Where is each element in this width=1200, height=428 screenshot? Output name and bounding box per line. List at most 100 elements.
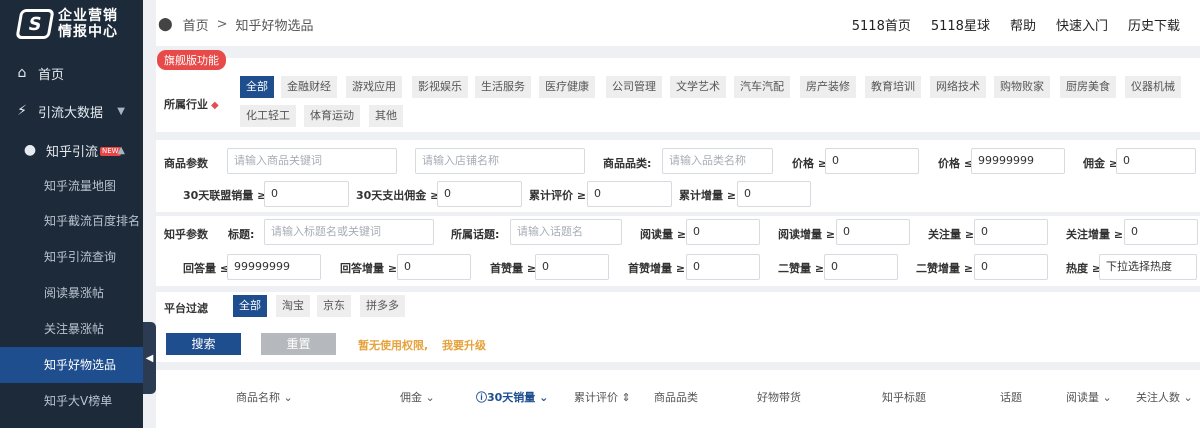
logo-line-2: 情报中心 xyxy=(58,24,118,40)
follows-input[interactable]: 0 xyxy=(974,219,1048,245)
spend30-label: 30天支出佣金 ≥ xyxy=(356,189,440,202)
sidebar-item-good-products[interactable]: 知乎好物选品 xyxy=(0,347,143,383)
link-help[interactable]: 帮助 xyxy=(1010,15,1036,34)
heat-select[interactable]: 下拉选择热度 xyxy=(1099,254,1197,280)
industry-tag[interactable]: 网络技术 xyxy=(930,76,986,98)
reads-inc-label: 阅读增量 ≥ xyxy=(778,228,836,241)
topbar: ⬤ 首页 > 知乎好物选品 5118首页 5118星球 帮助 快速入门 历史下载 xyxy=(156,0,1200,46)
reads-inc-input[interactable]: 0 xyxy=(836,219,910,245)
industry-tag[interactable]: 生活服务 xyxy=(475,76,531,98)
col-goods: 好物带货 xyxy=(757,391,801,404)
nav-zhihu-label: 知乎引流 xyxy=(46,144,99,160)
chevron-down-icon: ⌄ xyxy=(425,391,435,404)
col-zhihu-title: 知乎标题 xyxy=(882,391,926,404)
col-reads[interactable]: 阅读量 ⌄ xyxy=(1066,389,1112,405)
sidebar-item-baidu-rank[interactable]: 知乎截流百度排名 xyxy=(0,203,143,239)
industry-tag[interactable]: 仪器机械 xyxy=(1125,76,1181,98)
logo-icon: S xyxy=(15,9,55,39)
industry-tag[interactable]: 医疗健康 xyxy=(539,76,595,98)
product-params-card: 商品参数 请输入商品关键词 请输入店铺名称 商品品类: 请输入品类名称 价格 ≥… xyxy=(156,140,1200,212)
col-commission[interactable]: 佣金 ⌄ xyxy=(400,389,435,405)
follows-label: 关注量 ≥ xyxy=(928,228,975,241)
price-max-input[interactable]: 99999999 xyxy=(971,148,1065,174)
sidebar-item-big-v[interactable]: 知乎大V榜单 xyxy=(0,383,143,419)
reviews-inc-label: 累计增量 ≥ xyxy=(679,189,737,202)
industry-tag[interactable]: 影视娱乐 xyxy=(412,76,468,98)
link-5118-home[interactable]: 5118首页 xyxy=(852,15,911,34)
product-keyword-input[interactable]: 请输入商品关键词 xyxy=(227,148,397,174)
industry-tag[interactable]: 汽车汽配 xyxy=(734,76,790,98)
top-links: 5118首页 5118星球 帮助 快速入门 历史下载 xyxy=(852,15,1200,34)
zhihu-icon: ● xyxy=(23,142,37,158)
upgrade-link[interactable]: 我要升级 xyxy=(442,339,486,352)
commission-input[interactable]: 0 xyxy=(1116,148,1196,174)
follows-inc-input[interactable]: 0 xyxy=(1124,219,1198,245)
industry-tag[interactable]: 金融财经 xyxy=(281,76,337,98)
likes-input[interactable]: 0 xyxy=(535,254,609,280)
industry-tag[interactable]: 厨房美食 xyxy=(1060,76,1116,98)
chevron-left-icon: ◀ xyxy=(145,352,154,364)
spend30-input[interactable]: 0 xyxy=(437,181,522,207)
likes-label: 首赞量 ≥ xyxy=(490,262,537,275)
shop-name-input[interactable]: 请输入店铺名称 xyxy=(415,148,585,174)
second-likes-inc-input[interactable]: 0 xyxy=(974,254,1048,280)
col-commission-label: 佣金 xyxy=(400,391,422,404)
industry-tag[interactable]: 其他 xyxy=(369,105,403,127)
breadcrumb-separator: > xyxy=(216,17,228,32)
reviews-input[interactable]: 0 xyxy=(587,181,672,207)
link-history-download[interactable]: 历史下载 xyxy=(1128,15,1180,34)
col-product-name[interactable]: 商品名称 ⌄ xyxy=(236,389,293,405)
sidebar-item-follows-surge[interactable]: 关注暴涨帖 xyxy=(0,311,143,347)
help-icon: ⓘ xyxy=(476,391,487,404)
collapse-sidebar-button[interactable]: ◀ xyxy=(143,322,156,394)
col-sales30[interactable]: ⓘ30天销量 ⌄ xyxy=(476,389,548,405)
sidebar-item-traffic-map[interactable]: 知乎流量地图 xyxy=(0,168,143,204)
heat-label: 热度 ≥ xyxy=(1066,262,1102,275)
reviews-label: 累计评价 ≥ xyxy=(529,189,587,202)
second-likes-input[interactable]: 0 xyxy=(824,254,898,280)
likes-inc-input[interactable]: 0 xyxy=(686,254,760,280)
platform-tag-all[interactable]: 全部 xyxy=(233,295,267,317)
industry-tag[interactable]: 房产装修 xyxy=(800,76,856,98)
platform-tag-taobao[interactable]: 淘宝 xyxy=(276,295,310,317)
industry-tag[interactable]: 公司管理 xyxy=(606,76,662,98)
answers-input[interactable]: 99999999 xyxy=(227,254,321,280)
zhihu-params-card: 知乎参数 标题: 请输入标题名或关键词 所属话题: 请输入话题名 阅读量 ≥ 0… xyxy=(156,216,1200,286)
platform-tag-pdd[interactable]: 拼多多 xyxy=(360,295,405,317)
follows-inc-label: 关注增量 ≥ xyxy=(1066,228,1124,241)
answers-inc-input[interactable]: 0 xyxy=(397,254,471,280)
industry-tag-all[interactable]: 全部 xyxy=(240,76,274,98)
search-button[interactable]: 搜索 xyxy=(166,333,241,355)
sidebar-item-reads-surge[interactable]: 阅读暴涨帖 xyxy=(0,275,143,311)
reset-button[interactable]: 重置 xyxy=(261,333,336,355)
link-5118-planet[interactable]: 5118星球 xyxy=(931,15,990,34)
col-reviews[interactable]: 累计评价 ⇕ xyxy=(574,389,631,405)
industry-tag[interactable]: 教育培训 xyxy=(865,76,921,98)
sidebar-item-query[interactable]: 知乎引流查询 xyxy=(0,239,143,275)
nav-traffic[interactable]: ⚡ 引流大数据 ▼ xyxy=(0,100,143,122)
col-follows[interactable]: 关注人数 ⌄ xyxy=(1136,389,1193,405)
breadcrumb-current: 知乎好物选品 xyxy=(235,19,314,34)
topic-input[interactable]: 请输入话题名 xyxy=(510,219,622,245)
link-quickstart[interactable]: 快速入门 xyxy=(1056,15,1108,34)
title-input[interactable]: 请输入标题名或关键词 xyxy=(264,219,434,245)
industry-tag[interactable]: 体育运动 xyxy=(304,105,360,127)
industry-tag[interactable]: 文学艺术 xyxy=(670,76,726,98)
logo[interactable]: S 企业营销 情报中心 xyxy=(0,0,143,48)
sales30-input[interactable]: 0 xyxy=(264,181,349,207)
breadcrumb-home[interactable]: 首页 xyxy=(183,15,209,34)
price-min-input[interactable]: 0 xyxy=(825,148,919,174)
reads-input[interactable]: 0 xyxy=(686,219,760,245)
location-pin-icon: ⬤ xyxy=(158,17,173,32)
nav-zhihu[interactable]: ● 知乎引流 NEW ▲ xyxy=(0,139,143,161)
category-input[interactable]: 请输入品类名称 xyxy=(662,148,773,174)
industry-tag[interactable]: 化工轻工 xyxy=(240,105,296,127)
industry-label: 所属行业 ◆ xyxy=(164,96,219,112)
reviews-inc-input[interactable]: 0 xyxy=(737,181,811,207)
nav-home[interactable]: ⌂ 首页 xyxy=(0,62,143,84)
industry-tag[interactable]: 购物败家 xyxy=(994,76,1050,98)
nav-traffic-label: 引流大数据 xyxy=(38,105,104,121)
pulse-icon: ⚡ xyxy=(17,103,27,119)
platform-tag-jd[interactable]: 京东 xyxy=(317,295,351,317)
industry-tag[interactable]: 游戏应用 xyxy=(346,76,402,98)
